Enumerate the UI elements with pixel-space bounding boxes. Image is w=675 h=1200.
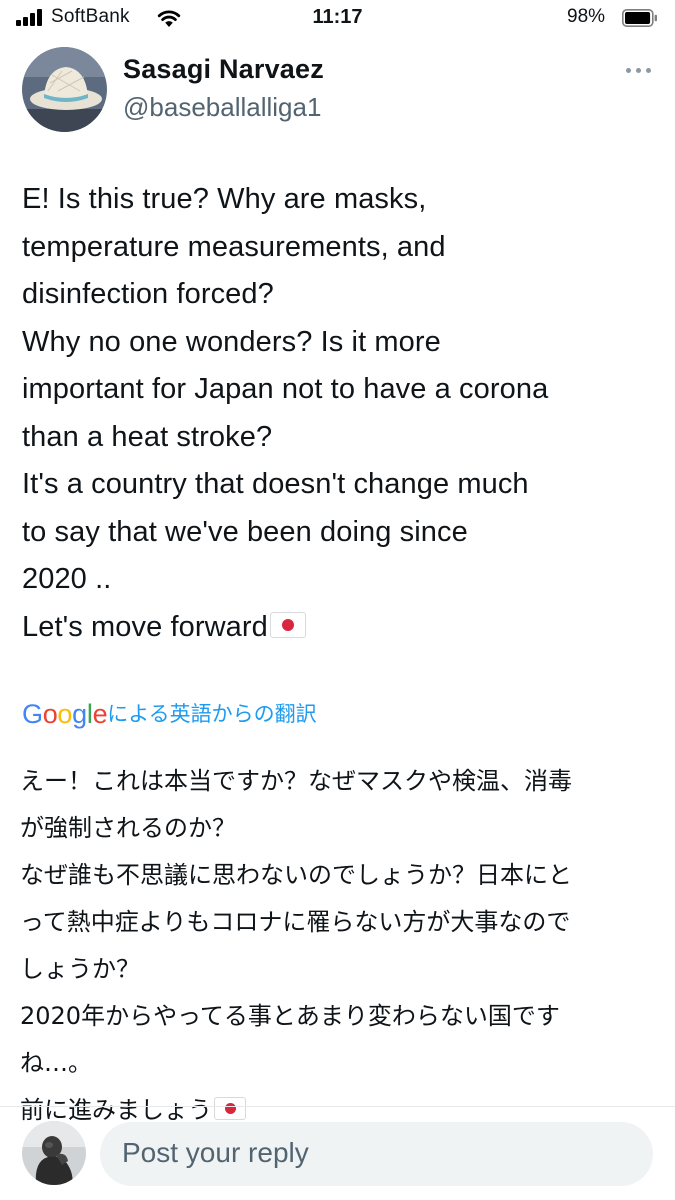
tweet-text-line: temperature measurements, and xyxy=(22,230,446,263)
translated-text-line: えー！これは本当ですか？なぜマスクや検温、消毒 xyxy=(20,767,572,795)
reply-user-avatar[interactable] xyxy=(22,1121,86,1185)
japan-flag-icon xyxy=(269,611,306,638)
reply-input[interactable]: Post your reply xyxy=(100,1122,653,1186)
reply-divider xyxy=(0,1106,675,1107)
author-avatar[interactable] xyxy=(22,47,107,132)
tweet-text-line: important for Japan not to have a corona xyxy=(22,373,549,405)
google-logo: Google xyxy=(22,699,108,729)
tweet-text-line: Let's move forward xyxy=(22,610,268,643)
straw-hat-avatar xyxy=(22,47,107,132)
translated-text: えー！これは本当ですか？なぜマスクや検温、消毒 が強制されるのか？ なぜ誰も不思… xyxy=(20,758,660,1134)
translated-text-line: が強制されるのか？ xyxy=(20,814,236,842)
reply-placeholder: Post your reply xyxy=(122,1137,309,1168)
tweet-text-line: disinfection forced? xyxy=(22,278,274,310)
translated-text-line: なぜ誰も不思議に思わないのでしょうか？日本にと xyxy=(20,861,572,889)
statue-avatar xyxy=(22,1121,86,1185)
translated-text-line: って熱中症よりもコロナに罹らない方が大事なので xyxy=(20,908,571,936)
tweet-text-last-line: Let's move forward xyxy=(22,604,662,652)
translation-attribution-link[interactable]: Googleによる英語からの翻訳 xyxy=(22,698,317,732)
author-display-name[interactable]: Sasagi Narvaez xyxy=(123,54,324,85)
tweet-text: E! Is this true? Why are masks, temperat… xyxy=(22,176,662,651)
translated-text-line: ね…。 xyxy=(20,1049,92,1077)
battery-percent: 98% xyxy=(567,6,606,27)
tweet-text-line: to say that we've been doing since xyxy=(22,515,468,548)
translated-text-line: しょうか？ xyxy=(20,955,140,983)
battery-icon xyxy=(622,9,657,27)
tweet-text-line: than a heat stroke? xyxy=(22,420,273,453)
status-bar: SoftBank 11:17 98% xyxy=(0,0,675,40)
tweet-text-line: E! Is this true? Why are masks, xyxy=(22,183,427,215)
tweet-text-line: It's a country that doesn't change much xyxy=(22,468,529,500)
translated-text-line: 2020年からやってる事とあまり変わらない国です xyxy=(20,1002,560,1030)
tweet-text-line: Why no one wonders? Is it more xyxy=(22,325,441,358)
more-horizontal-icon[interactable] xyxy=(620,60,656,80)
translation-label: による英語からの翻訳 xyxy=(107,702,317,726)
author-handle[interactable]: @baseballalliga1 xyxy=(123,92,321,123)
japan-flag-icon xyxy=(214,1097,246,1120)
translated-text-line: 前に進みましょう xyxy=(20,1096,212,1124)
tweet-text-line: 2020 .. xyxy=(22,563,112,595)
